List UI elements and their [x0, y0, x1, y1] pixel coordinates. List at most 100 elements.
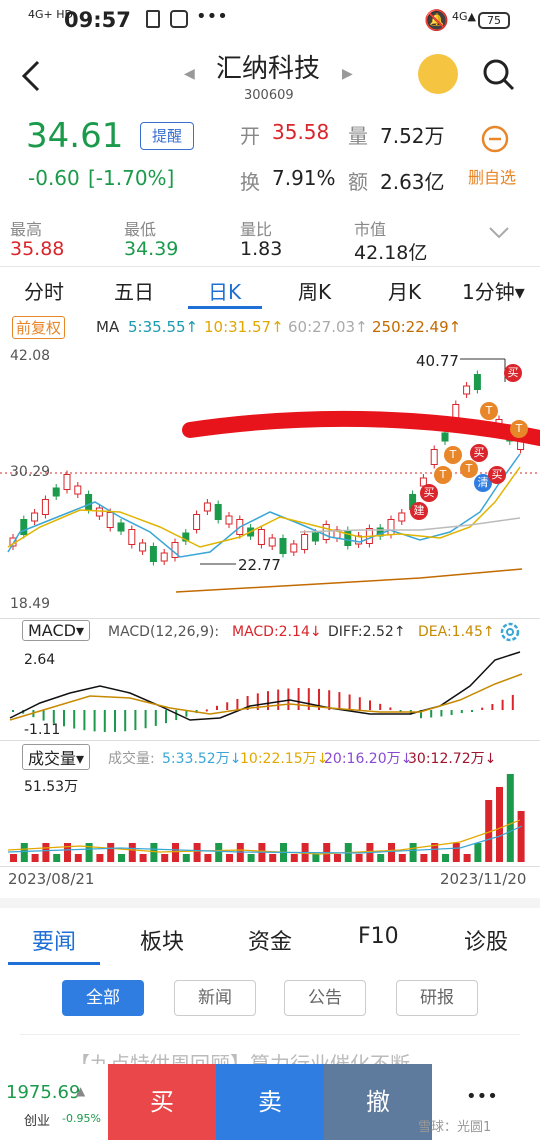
candle — [203, 502, 211, 512]
macd-bar — [216, 705, 218, 710]
candle — [387, 519, 395, 535]
tab-intraday[interactable]: 分时 — [24, 276, 64, 305]
turnover-value: 7.91% — [272, 166, 336, 190]
buy-button[interactable]: 买 — [108, 1064, 216, 1140]
battery-icon: 75 — [478, 12, 510, 29]
high-label: 最高 — [10, 220, 43, 239]
filter-announce-button[interactable]: 公告 — [284, 980, 366, 1016]
candle — [160, 552, 168, 562]
cancel-order-button[interactable]: 撤 — [324, 1064, 432, 1140]
tab-sector[interactable]: 板块 — [140, 924, 184, 956]
date-end: 2023/11/20 — [440, 870, 527, 888]
remind-button[interactable]: 提醒 — [140, 122, 194, 150]
search-icon[interactable] — [482, 58, 516, 92]
macd-bar — [379, 703, 382, 710]
prev-stock-icon[interactable]: ◀ — [184, 66, 195, 82]
volume-bar — [96, 854, 104, 862]
volume-bar — [517, 811, 525, 862]
vol5-value: 5:33.52万↓ — [162, 751, 242, 767]
macd-value: MACD:2.14↓ — [232, 624, 322, 640]
macd-bar — [460, 710, 463, 714]
turnover-label: 换 — [240, 170, 260, 194]
tab-f10[interactable]: F10 — [358, 924, 399, 949]
volume-axis-top: 51.53万 — [24, 779, 79, 795]
filter-news-button[interactable]: 新闻 — [174, 980, 256, 1016]
macd-bar — [144, 710, 147, 729]
volume-dropdown[interactable]: 成交量▾ — [22, 744, 91, 770]
macd-dropdown[interactable]: MACD▾ — [22, 620, 90, 641]
macd-bar — [287, 688, 290, 710]
more-button[interactable]: ••• — [466, 1086, 498, 1107]
macd-axis-top: 2.64 — [24, 652, 56, 668]
candle — [398, 512, 406, 522]
tab-diagnose[interactable]: 诊股 — [464, 924, 508, 956]
trade-marker: T — [480, 402, 498, 420]
macd-bar — [267, 691, 269, 710]
macd-bar — [154, 710, 157, 726]
volume-bar — [204, 854, 212, 862]
volume-bar — [247, 854, 255, 862]
price-axis-mid: 30.29 — [10, 464, 51, 480]
remove-watchlist-icon[interactable] — [480, 124, 510, 154]
clock: 09:57 — [64, 8, 131, 32]
tab-minute-dropdown[interactable]: 1分钟▾ — [462, 276, 525, 305]
index-value: 1975.69 — [6, 1082, 81, 1103]
candle — [117, 522, 125, 532]
trade-marker: T — [460, 460, 478, 478]
tab-daily-k[interactable]: 日K — [208, 276, 241, 305]
candle — [85, 494, 93, 510]
next-stock-icon[interactable]: ▶ — [342, 66, 353, 82]
remove-watchlist-button[interactable]: 删自选 — [468, 164, 516, 188]
stock-name: 汇纳科技 — [216, 54, 321, 84]
dea-value: DEA:1.45↑ — [418, 624, 495, 640]
ma-label: MA — [96, 318, 120, 336]
candle — [52, 487, 60, 497]
kline-chart[interactable] — [0, 342, 540, 618]
macd-bar — [491, 703, 494, 710]
volume-bar — [20, 843, 28, 862]
low-label: 最低 — [124, 220, 157, 239]
index-arrow-icon: ▲ — [76, 1084, 86, 1098]
back-icon[interactable] — [20, 60, 42, 92]
mktcap-label: 市值 — [354, 220, 387, 239]
stock-code: 300609 — [244, 88, 294, 103]
ma250-value: 250:22.49↑ — [372, 318, 462, 336]
trade-marker: 买 — [504, 364, 522, 382]
filter-all-button[interactable]: 全部 — [62, 980, 144, 1016]
divider — [0, 618, 540, 619]
mktcap-value: 42.18亿 — [354, 242, 428, 264]
candle — [463, 385, 471, 395]
diff-line — [9, 651, 521, 721]
quote-panel: 34.61 提醒 -0.60 [-1.70%] 开 35.58 量 7.52万 … — [0, 110, 540, 202]
mascot-icon[interactable] — [418, 54, 458, 94]
volume-bar — [118, 854, 125, 862]
tab-weekly-k[interactable]: 周K — [298, 276, 331, 305]
macd-bar — [297, 688, 300, 710]
trade-marker: 建 — [410, 502, 428, 520]
tab-monthly-k[interactable]: 月K — [388, 276, 421, 305]
filter-research-button[interactable]: 研报 — [396, 980, 478, 1016]
candle — [95, 507, 103, 517]
tab-capital[interactable]: 资金 — [248, 924, 292, 956]
divider — [0, 266, 540, 267]
macd-bar — [389, 707, 392, 710]
divider — [0, 740, 540, 741]
trade-marker: T — [510, 420, 528, 438]
volume-bar — [388, 843, 395, 862]
vol10-value: 10:22.15万↓ — [240, 751, 329, 767]
high-value: 35.88 — [10, 238, 65, 260]
low-value: 34.39 — [124, 238, 179, 260]
date-start: 2023/08/21 — [8, 870, 95, 888]
sell-button[interactable]: 卖 — [216, 1064, 324, 1140]
macd-bar — [501, 699, 504, 710]
adjust-dropdown[interactable]: 前复权 — [12, 316, 66, 339]
volume-chart — [7, 774, 525, 862]
macd-bar — [165, 710, 167, 724]
settings-gear-icon[interactable] — [498, 620, 522, 644]
expand-chevron-icon[interactable] — [488, 226, 510, 240]
macd-bar — [12, 710, 14, 712]
trade-marker: T — [444, 446, 462, 464]
tab-headlines[interactable]: 要闻 — [32, 924, 76, 956]
volume-bar — [128, 843, 136, 862]
tab-five-day[interactable]: 五日 — [114, 276, 154, 305]
